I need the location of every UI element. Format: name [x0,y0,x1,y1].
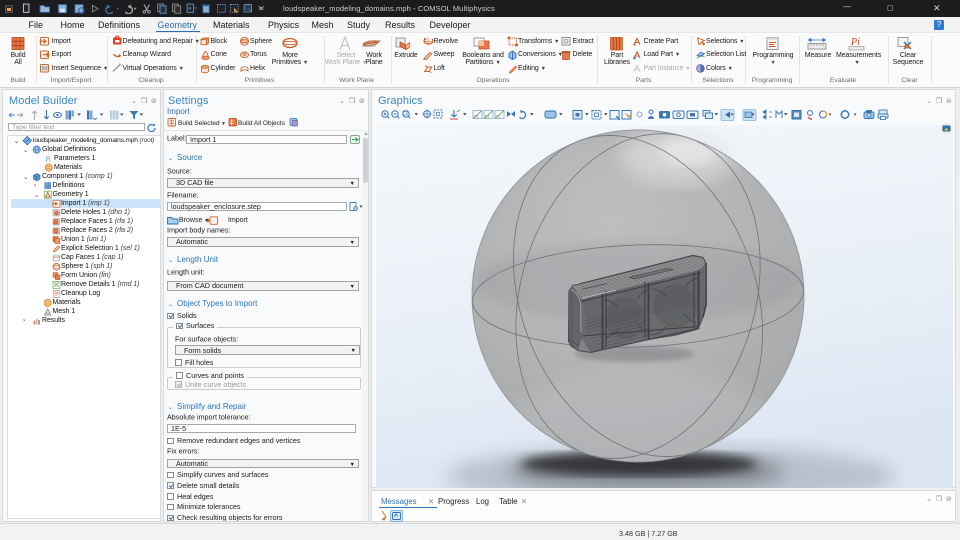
svg-text:xy: xy [474,114,479,119]
svg-text:xz: xz [496,114,501,119]
svg-text:yz: yz [485,114,490,119]
svg-text:i: i [50,158,51,164]
